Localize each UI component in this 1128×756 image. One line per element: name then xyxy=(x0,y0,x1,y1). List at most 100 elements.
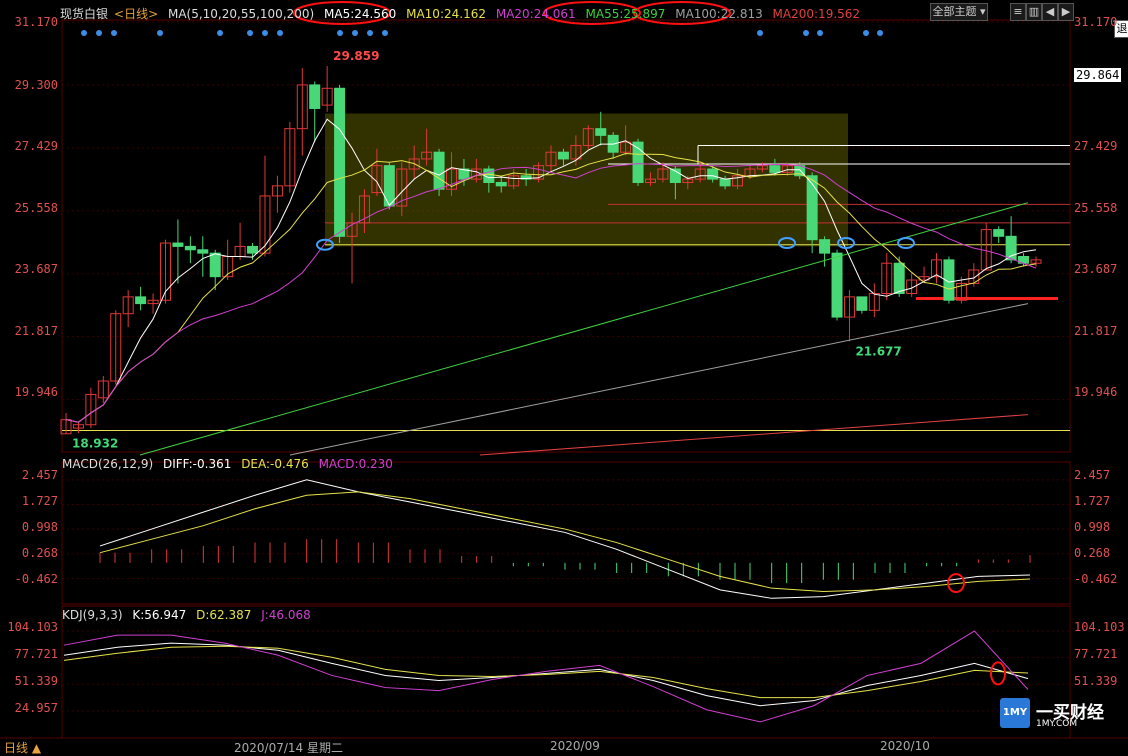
period-selector[interactable]: <日线> xyxy=(114,7,158,21)
macd-value: MACD:0.230 xyxy=(318,457,393,471)
candle-body xyxy=(247,245,259,254)
signal-dot xyxy=(757,30,763,36)
signal-dot xyxy=(96,30,102,36)
price-label-left: 29.300 xyxy=(14,78,58,92)
price-label-left: 19.946 xyxy=(14,385,58,399)
price-label-right: 27.429 xyxy=(1074,139,1118,153)
candle-body xyxy=(184,245,196,251)
price-label-left: 25.558 xyxy=(14,201,58,215)
candle-body xyxy=(719,178,731,187)
signal-dot xyxy=(277,30,283,36)
kdj-axis-label: 77.721 xyxy=(14,647,58,661)
macd-header: MACD(26,12,9) DIFF:-0.361 DEA:-0.476 MAC… xyxy=(62,457,399,471)
ma100-readout: MA100:22.813 xyxy=(675,7,763,21)
candle-body xyxy=(856,296,868,311)
macd-dea: DEA:-0.476 xyxy=(241,457,309,471)
kdj-axis-label: 104.103 xyxy=(1074,620,1125,634)
signal-dot xyxy=(367,30,373,36)
ma-params: MA(5,10,20,55,100,200) xyxy=(167,7,315,21)
price-annotation: 29.859 xyxy=(333,49,379,63)
candle-body xyxy=(383,165,395,207)
chart-header: 现货白银 <日线> MA(5,10,20,55,100,200) MA5:24.5… xyxy=(60,5,866,22)
candle-body xyxy=(819,239,831,254)
kdj-axis-label: 51.339 xyxy=(1074,674,1118,688)
candle-body xyxy=(309,84,321,109)
forward-icon[interactable]: ▶ xyxy=(1058,3,1074,21)
macd-axis-label: 1.727 xyxy=(21,494,58,508)
kdj-axis-label: 24.957 xyxy=(14,701,58,715)
kdj-k: K:56.947 xyxy=(132,608,187,622)
period-tab[interactable]: 日线 ▲ xyxy=(4,739,41,756)
candle-body xyxy=(806,175,818,241)
macd-axis-label: 2.457 xyxy=(21,468,58,482)
price-label-left: 27.429 xyxy=(14,139,58,153)
signal-dot xyxy=(247,30,253,36)
kdj-params: KDJ(9,3,3) xyxy=(62,608,123,622)
kdj-axis-label: 104.103 xyxy=(7,620,58,634)
kdj-axis-label: 77.721 xyxy=(1074,647,1118,661)
consolidation-zone xyxy=(325,113,848,247)
back-icon[interactable]: ◀ xyxy=(1042,3,1058,21)
candle-body xyxy=(433,151,445,190)
ma5-readout: MA5:24.560 xyxy=(324,7,397,21)
candle-body xyxy=(707,168,719,180)
ma100-line xyxy=(289,303,1029,456)
candle-body xyxy=(557,151,569,160)
candle-body xyxy=(893,262,905,295)
ma20-readout: MA20:24.061 xyxy=(495,7,576,21)
macd-line xyxy=(99,491,1031,593)
price-annotation: 21.677 xyxy=(855,344,901,358)
macd-axis-label: 0.998 xyxy=(1074,520,1111,534)
logo-badge: 1MY xyxy=(1000,698,1030,728)
date-label: 2020/07/14 星期二 xyxy=(234,741,343,755)
menu-icon[interactable]: ≡ xyxy=(1010,3,1026,21)
signal-dot xyxy=(877,30,883,36)
candle-body xyxy=(334,87,346,237)
ma55-readout: MA55:25.897 xyxy=(585,7,666,21)
macd-diff: DIFF:-0.361 xyxy=(162,457,232,471)
candle-body xyxy=(769,165,781,173)
instrument-name[interactable]: 现货白银 xyxy=(60,7,108,21)
highlight-ellipse xyxy=(990,661,1006,686)
price-label-left: 21.817 xyxy=(14,324,58,338)
signal-dot xyxy=(817,30,823,36)
chart-canvas: 29.859 21.677 18.932 xyxy=(0,1,1128,739)
signal-dot xyxy=(352,30,358,36)
kdj-j: J:46.068 xyxy=(261,608,311,622)
kdj-header: KDJ(9,3,3) K:56.947 D:62.387 J:46.068 xyxy=(62,608,317,622)
date-label: 2020/10 xyxy=(880,739,930,753)
candle-body xyxy=(172,242,184,247)
candle-body xyxy=(831,252,843,318)
price-annotation: 18.932 xyxy=(72,437,118,451)
macd-axis-label: 2.457 xyxy=(1074,468,1111,482)
brand-logo: 1MY 一买财经 1MY.COM xyxy=(996,698,1128,732)
candle-body xyxy=(495,181,507,187)
ma200-readout: MA200:19.562 xyxy=(772,7,861,21)
macd-axis-label: 0.998 xyxy=(21,520,58,534)
price-label-left: 23.687 xyxy=(14,262,58,276)
candle-body xyxy=(209,252,221,278)
signal-dot xyxy=(382,30,388,36)
signal-dot xyxy=(863,30,869,36)
price-label-right: 23.687 xyxy=(1074,262,1118,276)
signal-dot xyxy=(217,30,223,36)
candle-body xyxy=(197,249,209,254)
price-label-right: 25.558 xyxy=(1074,201,1118,215)
signal-dot xyxy=(81,30,87,36)
kdj-axis-label: 51.339 xyxy=(14,674,58,688)
price-label-left: 31.170 xyxy=(14,15,58,29)
current-price-tag: 29.864 xyxy=(1074,68,1122,82)
candle-body xyxy=(135,296,147,305)
macd-axis-label: -0.462 xyxy=(1074,572,1118,586)
price-label-right: 21.817 xyxy=(1074,324,1118,338)
ma200-line xyxy=(479,414,1029,456)
date-label: 2020/09 xyxy=(550,739,600,753)
macd-line xyxy=(99,479,1031,599)
signal-dot xyxy=(111,30,117,36)
theme-dropdown-button[interactable]: 全部主题 ▾ xyxy=(930,3,988,21)
candle-body xyxy=(595,128,607,136)
price-label-right: 31.170 xyxy=(1074,15,1118,29)
split-icon[interactable]: ▥ xyxy=(1026,3,1042,21)
kdj-d: D:62.387 xyxy=(196,608,252,622)
macd-axis-label: 0.268 xyxy=(21,546,58,560)
